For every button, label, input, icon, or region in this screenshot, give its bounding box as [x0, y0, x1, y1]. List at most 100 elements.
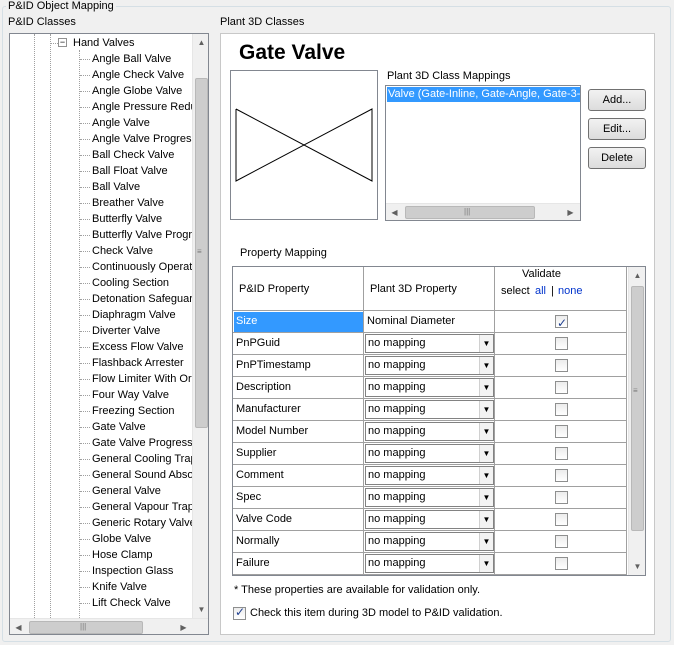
tree-node[interactable]: Angle Globe Valve — [92, 83, 182, 99]
dropdown-arrow-icon[interactable]: ▼ — [479, 423, 493, 440]
validate-checkbox[interactable] — [555, 403, 568, 416]
plant-property-cell[interactable]: no mapping ▼ — [364, 399, 495, 421]
class-mappings-list[interactable]: Valve (Gate-Inline, Gate-Angle, Gate-3-W… — [385, 85, 581, 221]
plant-property-cell[interactable]: no mapping ▼ — [364, 355, 495, 377]
dropdown-arrow-icon[interactable]: ▼ — [479, 555, 493, 572]
plant-property-dropdown[interactable]: no mapping ▼ — [365, 554, 494, 573]
plant-property-dropdown[interactable]: no mapping ▼ — [365, 510, 494, 529]
plant-property-dropdown[interactable]: no mapping ▼ — [365, 422, 494, 441]
tree-node[interactable]: General Vapour Trap — [92, 499, 193, 515]
tree-horizontal-scrollbar[interactable]: ◀ ||| ▶ — [10, 618, 208, 634]
select-none-link[interactable]: none — [558, 285, 582, 297]
plant-property-cell[interactable]: no mapping ▼ — [364, 509, 495, 531]
pid-property-cell[interactable]: Normally — [233, 531, 364, 553]
plant-property-cell[interactable]: no mapping ▼ — [364, 553, 495, 575]
dropdown-arrow-icon[interactable]: ▼ — [479, 489, 493, 506]
tree-node-hand-valves[interactable]: Hand Valves — [73, 35, 135, 51]
tree-node[interactable]: General Cooling Trap — [92, 451, 193, 467]
pid-property-cell[interactable]: Manufacturer — [233, 399, 364, 421]
property-mapping-grid[interactable]: P&ID Property Plant 3D Property Validate… — [232, 266, 646, 576]
tree-node[interactable]: Ball Check Valve — [92, 147, 174, 163]
pid-property-cell[interactable]: Failure — [233, 553, 364, 575]
pid-property-cell[interactable]: PnPTimestamp — [233, 355, 364, 377]
tree-node[interactable]: Ball Float Valve — [92, 163, 168, 179]
plant-property-cell[interactable]: no mapping ▼ — [364, 333, 495, 355]
plant-property-dropdown[interactable]: no mapping ▼ — [365, 400, 494, 419]
tree-node[interactable]: Diverter Valve — [92, 323, 160, 339]
add-button[interactable]: Add... — [588, 89, 646, 111]
dropdown-arrow-icon[interactable]: ▼ — [479, 467, 493, 484]
plant-property-dropdown[interactable]: no mapping ▼ — [365, 444, 494, 463]
tree-node[interactable]: Angle Ball Valve — [92, 51, 171, 67]
validate-checkbox[interactable] — [555, 381, 568, 394]
tree-node[interactable]: Butterfly Valve Progre — [92, 227, 193, 243]
pid-property-cell[interactable]: Spec — [233, 487, 364, 509]
tree-node[interactable]: Gate Valve Progressi — [92, 435, 193, 451]
scroll-down-icon[interactable]: ▼ — [629, 558, 645, 575]
dropdown-arrow-icon[interactable]: ▼ — [479, 379, 493, 396]
scroll-left-icon[interactable]: ◀ — [386, 204, 403, 220]
pid-property-cell[interactable]: Size — [233, 311, 364, 333]
scroll-thumb[interactable] — [631, 286, 644, 531]
dropdown-arrow-icon[interactable]: ▼ — [479, 357, 493, 374]
tree-node[interactable]: Knife Valve — [92, 579, 147, 595]
tree-node[interactable]: Angle Check Valve — [92, 67, 184, 83]
pid-class-tree[interactable]: − Hand Valves Angle Ball Valve Angle Chec… — [9, 33, 209, 635]
collapse-icon[interactable]: − — [58, 38, 67, 47]
edit-button[interactable]: Edit... — [588, 118, 646, 140]
dropdown-arrow-icon[interactable]: ▼ — [479, 335, 493, 352]
plant-property-dropdown[interactable]: no mapping ▼ — [365, 356, 494, 375]
plant-property-cell[interactable]: no mapping ▼ — [364, 377, 495, 399]
tree-node[interactable]: Butterfly Valve — [92, 211, 162, 227]
tree-node[interactable]: Continuously Operate — [92, 259, 193, 275]
validate-checkbox[interactable] — [555, 557, 568, 570]
dropdown-arrow-icon[interactable]: ▼ — [479, 445, 493, 462]
tree-node[interactable]: Ball Valve — [92, 179, 140, 195]
validation-checkbox[interactable] — [233, 605, 246, 620]
plant-property-cell[interactable]: no mapping ▼ — [364, 531, 495, 553]
validate-checkbox[interactable] — [555, 425, 568, 438]
validate-checkbox[interactable] — [555, 513, 568, 526]
tree-vertical-scrollbar[interactable]: ▲ ≡ ▼ — [192, 34, 208, 618]
tree-node[interactable]: Freezing Section — [92, 403, 175, 419]
validate-checkbox[interactable] — [555, 313, 568, 332]
tree-node[interactable]: Globe Valve — [92, 531, 151, 547]
scroll-up-icon[interactable]: ▲ — [193, 34, 208, 51]
plant-property-cell[interactable]: no mapping ▼ — [364, 443, 495, 465]
tree-node[interactable]: Breather Valve — [92, 195, 164, 211]
scroll-right-icon[interactable]: ▶ — [175, 619, 192, 634]
tree-node[interactable]: Angle Pressure Redu — [92, 99, 193, 115]
select-all-link[interactable]: all — [535, 285, 546, 297]
plant-property-dropdown[interactable]: no mapping ▼ — [365, 334, 494, 353]
pid-property-cell[interactable]: Supplier — [233, 443, 364, 465]
pid-property-cell[interactable]: PnPGuid — [233, 333, 364, 355]
plant-property-cell[interactable]: no mapping ▼ — [364, 487, 495, 509]
scroll-up-icon[interactable]: ▲ — [629, 267, 645, 284]
validate-checkbox[interactable] — [555, 491, 568, 504]
validate-checkbox[interactable] — [555, 447, 568, 460]
validate-checkbox[interactable] — [555, 359, 568, 372]
tree-node[interactable]: Flashback Arrester — [92, 355, 184, 371]
plant-property-dropdown[interactable]: no mapping ▼ — [365, 378, 494, 397]
dropdown-arrow-icon[interactable]: ▼ — [479, 533, 493, 550]
scroll-left-icon[interactable]: ◀ — [10, 619, 27, 634]
mappings-horizontal-scrollbar[interactable]: ◀ ||| ▶ — [386, 203, 580, 220]
pid-property-cell[interactable]: Description — [233, 377, 364, 399]
tree-node[interactable]: Excess Flow Valve — [92, 339, 184, 355]
grid-vertical-scrollbar[interactable]: ▲ ≡ ▼ — [628, 267, 645, 575]
pid-property-cell[interactable]: Model Number — [233, 421, 364, 443]
dropdown-arrow-icon[interactable]: ▼ — [479, 401, 493, 418]
scroll-right-icon[interactable]: ▶ — [562, 204, 579, 220]
validate-checkbox[interactable] — [555, 535, 568, 548]
plant-property-dropdown[interactable]: no mapping ▼ — [365, 532, 494, 551]
plant-property-dropdown[interactable]: no mapping ▼ — [365, 466, 494, 485]
tree-node[interactable]: Inspection Glass — [92, 563, 173, 579]
tree-node[interactable]: Flow Limiter With Orif — [92, 371, 193, 387]
delete-button[interactable]: Delete — [588, 147, 646, 169]
scroll-down-icon[interactable]: ▼ — [193, 601, 208, 618]
validate-checkbox[interactable] — [555, 337, 568, 350]
tree-node[interactable]: Check Valve — [92, 243, 153, 259]
plant-property-cell[interactable]: Nominal Diameter — [364, 311, 495, 333]
tree-node[interactable]: Diaphragm Valve — [92, 307, 176, 323]
plant-property-cell[interactable]: no mapping ▼ — [364, 421, 495, 443]
